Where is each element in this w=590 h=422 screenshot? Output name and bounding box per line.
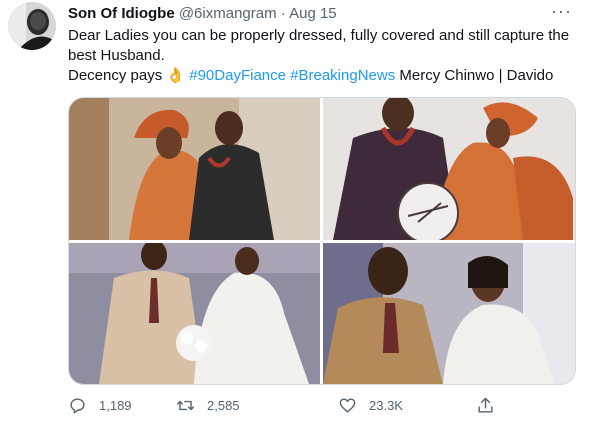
tweet-text: Dear Ladies you can be properly dressed,…	[68, 26, 578, 86]
retweet-button[interactable]: 2,585	[176, 394, 240, 416]
timestamp[interactable]: Aug 15	[289, 5, 337, 22]
tweet-photo[interactable]	[323, 243, 575, 384]
more-icon[interactable]: ···	[551, 1, 572, 22]
reply-icon	[70, 397, 85, 413]
tweet[interactable]: Son Of Idiogbe @6ixmangram · Aug 15 ··· …	[0, 0, 590, 422]
author-handle[interactable]: @6ixmangram	[179, 5, 277, 22]
separator-dot: ·	[280, 5, 286, 22]
reply-count: 1,189	[99, 397, 132, 413]
tweet-text-suffix: Mercy Chinwo | Davido	[399, 67, 554, 84]
share-icon	[478, 397, 493, 413]
share-button[interactable]	[476, 394, 507, 416]
media-grid	[68, 97, 576, 385]
hashtag-link[interactable]: #BreakingNews	[290, 67, 395, 84]
tweet-text-line2: Decency pays 👌 #90DayFiance #BreakingNew…	[68, 66, 578, 86]
retweet-count: 2,585	[207, 397, 240, 413]
tweet-text-line1: Dear Ladies you can be properly dressed,…	[68, 27, 570, 64]
hashtag-link[interactable]: #90DayFiance	[189, 67, 286, 84]
like-icon	[339, 397, 356, 413]
tweet-text-prefix: Decency pays	[68, 67, 163, 84]
like-button[interactable]: 23.3K	[338, 394, 403, 416]
author-name[interactable]: Son Of Idiogbe	[68, 5, 175, 22]
avatar[interactable]	[8, 2, 56, 50]
like-count: 23.3K	[369, 397, 403, 413]
ok-hand-emoji: 👌	[166, 67, 186, 84]
tweet-photo[interactable]	[69, 98, 320, 240]
tweet-header: Son Of Idiogbe @6ixmangram · Aug 15 ···	[68, 1, 572, 25]
reply-button[interactable]: 1,189	[68, 394, 132, 416]
tweet-photo[interactable]	[69, 243, 320, 384]
tweet-actions: 1,189 2,585 23.3K	[68, 394, 498, 416]
retweet-icon	[176, 400, 195, 410]
tweet-photo[interactable]	[323, 98, 575, 240]
